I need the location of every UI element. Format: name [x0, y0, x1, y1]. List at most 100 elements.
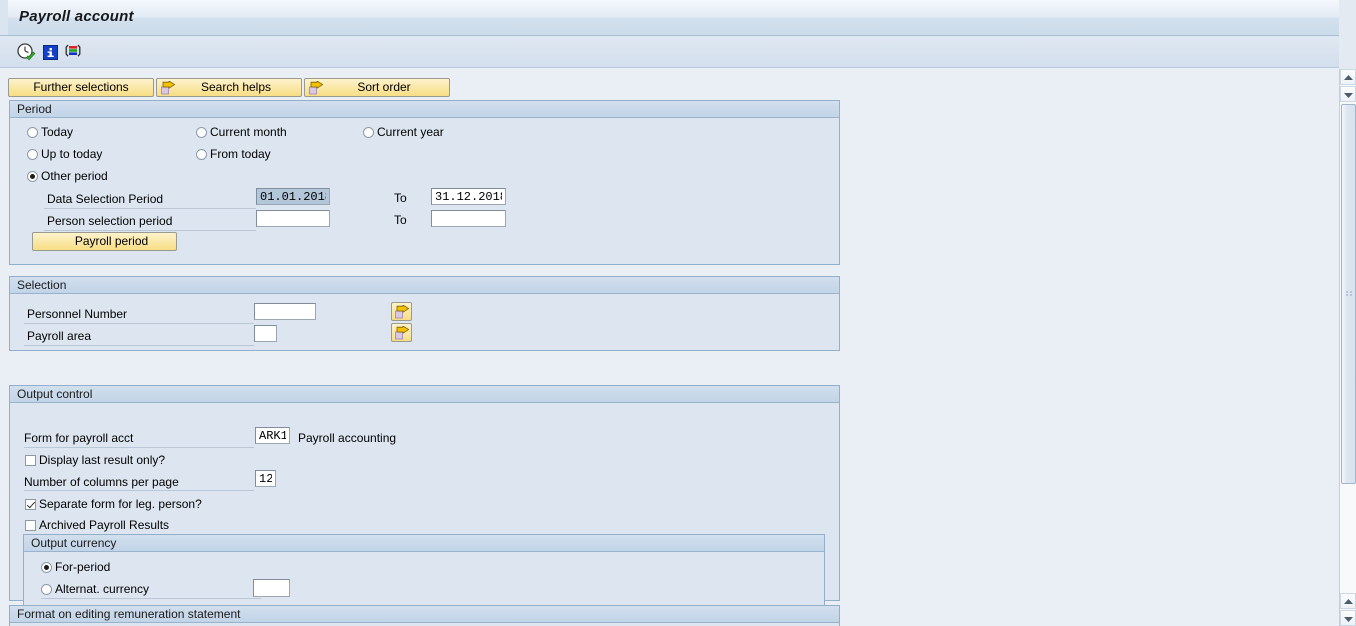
- application-toolbar: © www.tutorialkart.com: [0, 36, 1356, 99]
- output-control-group-body: Form for payroll acct Payroll accounting…: [10, 404, 839, 609]
- scrollbar-thumb[interactable]: [1341, 104, 1356, 484]
- period-radio-up-to-today-label: Up to today: [41, 147, 103, 161]
- search-helps-button[interactable]: Search helps: [156, 78, 302, 97]
- output-currency-radio-for-period[interactable]: For-period: [41, 561, 110, 574]
- archived-payroll-results-checkbox[interactable]: Archived Payroll Results: [25, 519, 169, 532]
- period-radio-current-month-label: Current month: [210, 125, 287, 139]
- archived-payroll-results-label: Archived Payroll Results: [39, 518, 170, 532]
- form-for-payroll-acct-label: Form for payroll acct: [24, 431, 134, 445]
- period-group-body: Today Current month Current year Up to t…: [10, 119, 839, 264]
- scroll-down-top-button[interactable]: [1340, 86, 1356, 102]
- action-button-row: Further selections Search helps Sort ord…: [8, 78, 450, 97]
- checkbox-icon: [25, 455, 36, 466]
- arrow-right-icon: [309, 80, 324, 95]
- display-last-result-only-checkbox[interactable]: Display last result only?: [25, 454, 165, 467]
- output-currency-group-body: For-period Alternat. currency: [24, 553, 824, 608]
- scroll-down-bottom-button[interactable]: [1340, 610, 1356, 626]
- checkbox-icon: [25, 520, 36, 531]
- search-helps-label: Search helps: [200, 80, 272, 94]
- person-selection-period-label: Person selection period: [47, 214, 173, 228]
- field-underline: [24, 345, 254, 346]
- form-for-payroll-acct-input[interactable]: [255, 427, 290, 444]
- period-group: Period Today Current month Current year …: [9, 100, 840, 265]
- radio-dot-icon: [196, 149, 207, 160]
- period-radio-today[interactable]: Today: [27, 126, 73, 139]
- arrow-right-icon: [161, 80, 176, 95]
- sort-order-label: Sort order: [357, 80, 411, 94]
- title-bar-left-edge: [0, 0, 8, 35]
- radio-dot-icon: [41, 562, 52, 573]
- selection-group-body: Personnel Number Payroll area: [10, 295, 839, 350]
- field-underline: [24, 490, 254, 491]
- output-currency-alternate-label: Alternat. currency: [55, 582, 150, 596]
- payroll-area-input[interactable]: [254, 325, 277, 342]
- data-selection-period-to-label: To: [394, 191, 407, 205]
- further-selections-button[interactable]: Further selections: [8, 78, 154, 97]
- sort-order-button[interactable]: Sort order: [304, 78, 450, 97]
- selection-group-title: Selection: [10, 277, 839, 294]
- period-radio-from-today[interactable]: From today: [196, 148, 271, 161]
- form-for-payroll-acct-description: Payroll accounting: [298, 431, 397, 445]
- payroll-area-label: Payroll area: [27, 329, 92, 343]
- period-radio-current-year[interactable]: Current year: [363, 126, 444, 139]
- payroll-period-button[interactable]: Payroll period: [32, 232, 177, 251]
- person-selection-period-from-input[interactable]: [256, 210, 330, 227]
- checkbox-icon: [25, 499, 36, 510]
- output-control-group: Output control Form for payroll acct Pay…: [9, 385, 840, 609]
- separate-form-for-leg-person-checkbox[interactable]: Separate form for leg. person?: [25, 498, 202, 511]
- output-currency-radio-alternate[interactable]: Alternat. currency: [41, 583, 149, 596]
- radio-dot-icon: [27, 149, 38, 160]
- personnel-number-label: Personnel Number: [27, 307, 128, 321]
- period-radio-current-year-label: Current year: [377, 125, 444, 139]
- output-currency-group: Output currency For-period Alternat. cur…: [23, 534, 825, 609]
- field-underline: [44, 230, 256, 231]
- info-icon[interactable]: [41, 42, 61, 62]
- output-currency-for-period-label: For-period: [55, 560, 111, 574]
- scroll-up-bottom-button[interactable]: [1340, 593, 1356, 609]
- personnel-number-input[interactable]: [254, 303, 316, 320]
- window-title-bar: Payroll account: [0, 0, 1356, 36]
- data-selection-period-to-input[interactable]: [431, 188, 506, 205]
- payroll-period-label: Payroll period: [74, 234, 149, 248]
- toolbar-right-filler: [1339, 0, 1356, 69]
- radio-dot-icon: [363, 127, 374, 138]
- field-underline: [24, 323, 254, 324]
- period-radio-up-to-today[interactable]: Up to today: [27, 148, 102, 161]
- scroll-up-top-button[interactable]: [1340, 69, 1356, 85]
- radio-dot-icon: [41, 584, 52, 595]
- alternate-currency-input[interactable]: [253, 579, 290, 597]
- output-control-group-title: Output control: [10, 386, 839, 403]
- radio-dot-icon: [196, 127, 207, 138]
- further-selections-label: Further selections: [33, 80, 129, 94]
- period-radio-from-today-label: From today: [210, 147, 271, 161]
- execute-clock-icon[interactable]: [16, 42, 36, 62]
- sap-payroll-account-window: Payroll account Further selections Searc…: [0, 0, 1356, 626]
- number-of-columns-per-page-label: Number of columns per page: [24, 475, 179, 489]
- data-selection-period-label: Data Selection Period: [47, 192, 164, 206]
- period-radio-other-period[interactable]: Other period: [27, 170, 108, 183]
- field-underline: [24, 447, 254, 448]
- format-remuneration-group-title: Format on editing remuneration statement: [10, 606, 839, 623]
- radio-dot-icon: [27, 127, 38, 138]
- period-radio-today-label: Today: [41, 125, 74, 139]
- color-legend-icon[interactable]: [64, 42, 84, 62]
- vertical-scrollbar[interactable]: [1339, 69, 1356, 626]
- page-title: Payroll account: [19, 8, 134, 25]
- data-selection-period-from-input[interactable]: [256, 188, 330, 205]
- field-underline: [44, 208, 256, 209]
- selection-screen-content: Further selections Search helps Sort ord…: [0, 69, 1322, 626]
- personnel-number-value-help-button[interactable]: [391, 302, 412, 321]
- person-selection-period-to-input[interactable]: [431, 210, 506, 227]
- number-of-columns-per-page-input[interactable]: [255, 470, 276, 487]
- output-currency-group-title: Output currency: [24, 535, 824, 552]
- period-radio-current-month[interactable]: Current month: [196, 126, 287, 139]
- separate-form-for-leg-person-label: Separate form for leg. person?: [39, 497, 202, 511]
- period-group-title: Period: [10, 101, 839, 118]
- format-remuneration-group: Format on editing remuneration statement: [9, 605, 840, 626]
- field-underline: [41, 598, 261, 599]
- radio-dot-icon: [27, 171, 38, 182]
- person-selection-period-to-label: To: [394, 213, 407, 227]
- selection-group: Selection Personnel Number Payroll area: [9, 276, 840, 351]
- payroll-area-value-help-button[interactable]: [391, 323, 412, 342]
- scrollbar-grip-icon: [1346, 291, 1353, 296]
